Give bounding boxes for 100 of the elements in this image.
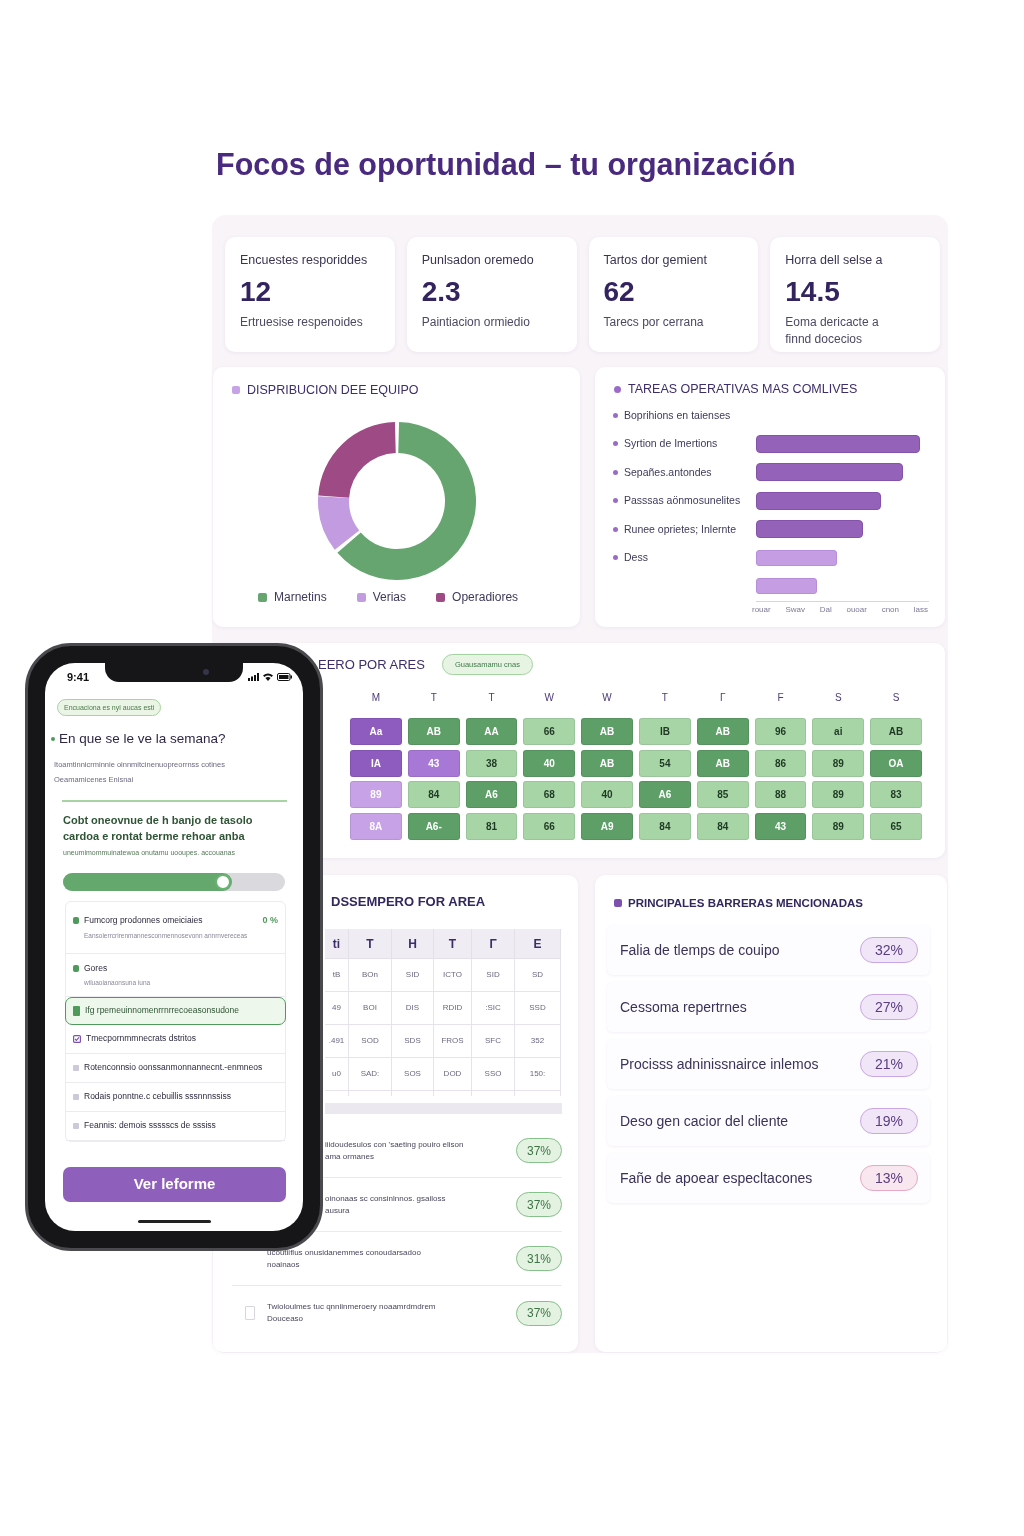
bullet-icon <box>613 498 618 504</box>
heatmap-cell: 89 <box>812 749 865 777</box>
option-label: Gores <box>84 962 108 974</box>
option-item[interactable]: Tmecpornmmnecrats dstritos <box>66 1024 285 1054</box>
table-cell: :SIC <box>472 992 515 1024</box>
option-item[interactable]: Ifg rpemeuinnomenrrnrrecoeasonsudone <box>65 996 286 1025</box>
signal-icon <box>248 673 259 681</box>
heatmap-cell: 84 <box>639 812 691 840</box>
heatmap-cell: 54 <box>639 749 691 777</box>
card-title: DSSEMPERO FOR AREA <box>330 894 487 910</box>
heatmap-cell: 65 <box>870 812 922 840</box>
option-item[interactable]: Rodais ponntne.c cebuillis sssnnnssiss <box>66 1082 285 1112</box>
camera-icon <box>203 669 209 675</box>
kpi-label: Punlsadon oremedo <box>421 252 535 268</box>
barrier-label: Falia de tlemps de couipo <box>620 941 780 959</box>
checkbox-icon <box>73 1034 81 1043</box>
heatmap-cell: 83 <box>870 781 922 808</box>
axis-label: rouar <box>752 604 771 615</box>
card-title: EERO POR ARES <box>318 656 425 673</box>
table-cell: 352 <box>515 1025 561 1057</box>
task-label: Runee oprietes; Inlernte <box>624 522 737 536</box>
column-header: W <box>543 691 555 705</box>
item-text: ucoutiiflus onusidanemmes conoudarsadoo noainaos <box>267 1246 421 1271</box>
page-title: Focos de oportunidad – tu organización <box>216 146 796 182</box>
table-cell: DOD <box>434 1058 472 1090</box>
bullet-icon <box>613 412 618 418</box>
heatmap-cell: A6 <box>639 781 691 808</box>
square-icon <box>73 1005 80 1016</box>
heatmap-cell: OA <box>870 749 922 777</box>
item-text: oinonaas sc consinlnnos. gsailoss ausura <box>325 1192 446 1217</box>
wifi-icon <box>263 673 273 681</box>
column-header: T <box>660 691 669 705</box>
heatmap-cell: 66 <box>523 812 576 840</box>
heatmap-cell: AB <box>581 718 633 745</box>
task-label: Sepañes.antondes <box>624 465 712 479</box>
legend-label: Operadiores <box>452 590 519 605</box>
barrier-label: Deso gen cacior del cliente <box>620 1112 789 1130</box>
heatmap-cell: A9 <box>581 812 633 840</box>
heatmap-cell: A6- <box>407 812 460 840</box>
column-header: M <box>370 691 382 705</box>
column-header: W <box>601 691 613 705</box>
percent-badge: 13% <box>860 1165 918 1191</box>
option-item[interactable]: Feannis: demois ssssscs de sssiss <box>66 1111 285 1141</box>
table-cell: SSD <box>515 992 561 1024</box>
bullet-icon <box>613 555 618 561</box>
kpi-caption: Eoma dericacte a finnd docecios <box>785 314 880 348</box>
kpi-caption: Ertruesise respenoides <box>240 314 364 331</box>
bullet-icon <box>51 736 55 741</box>
slider-track[interactable] <box>63 872 285 891</box>
heatmap-cell: A6 <box>465 781 518 808</box>
task-label: Boprihions en taienses <box>624 408 731 422</box>
percent-badge: 21% <box>860 1051 918 1077</box>
table-cell: SFC <box>472 1025 515 1057</box>
table-cell: FROS <box>434 1025 472 1057</box>
percent-badge: 19% <box>860 1108 918 1134</box>
item-text: iiidoudesulos con 'saeting pouiro elison ama ormanes <box>325 1138 464 1163</box>
task-label: Syrtion de Imertions <box>624 437 718 451</box>
table-cell: SID <box>472 959 515 991</box>
table-cell: SAD: <box>349 1058 392 1090</box>
heatmap-cell: IB <box>639 718 691 745</box>
axis-label: lass <box>913 604 928 615</box>
kpi-label: Tartos dor gemient <box>603 252 709 268</box>
table-cell: tB <box>325 959 349 991</box>
heatmap-cell: 38 <box>465 749 518 777</box>
report-button[interactable]: Ver leforme <box>63 1166 286 1202</box>
axis-label: Swav <box>785 604 805 615</box>
heatmap-cell: 81 <box>465 812 518 840</box>
bullet-icon <box>614 385 621 393</box>
kpi-value: 12 <box>240 275 273 309</box>
status-time: 9:41 <box>67 669 90 685</box>
bullet-icon <box>613 526 618 532</box>
percent-badge: 32% <box>860 937 918 963</box>
card-title: PRINCIPALES BARRERAS MENCIONADAS <box>628 896 863 911</box>
square-icon <box>73 1064 79 1071</box>
table-cell: .491 <box>325 1025 349 1057</box>
table-cell: SOS <box>392 1058 434 1090</box>
table-cell: 49 <box>325 992 349 1024</box>
kpi-label: Encuestes resporiddes <box>240 252 369 268</box>
battery-icon <box>277 673 292 681</box>
option-label: Fumcorg prodonnes omeiciaies <box>84 915 203 926</box>
bullet-icon <box>613 441 618 447</box>
kpi-value: 62 <box>603 275 636 309</box>
heatmap-cell: 43 <box>407 749 460 777</box>
column-header: S <box>891 691 901 705</box>
option-item[interactable]: Rotenconnsio oonssanmonnannecnt.-enmneos <box>66 1053 285 1083</box>
kpi-value: 2.3 <box>421 275 462 309</box>
legend-label: Marnetins <box>274 590 327 605</box>
percent-badge: 27% <box>860 994 918 1020</box>
heatmap-cell: 89 <box>812 781 865 808</box>
heatmap-cell: 84 <box>407 781 460 808</box>
barrier-label: Procisss adninissnairce inlemos <box>620 1055 819 1073</box>
heatmap-cell: 84 <box>696 812 749 840</box>
checkbox-icon <box>245 1306 255 1320</box>
table-cell: SD <box>515 959 561 991</box>
option-label: Ifg rpemeuinnomenrrnrrecoeasonsudone <box>85 1005 240 1016</box>
kpi-label: Horra dell selse a <box>785 252 884 268</box>
column-header: T <box>434 929 472 958</box>
heatmap-cell: IA <box>350 749 402 777</box>
column-header: H <box>392 929 434 958</box>
option-value: 0 % <box>262 913 278 927</box>
